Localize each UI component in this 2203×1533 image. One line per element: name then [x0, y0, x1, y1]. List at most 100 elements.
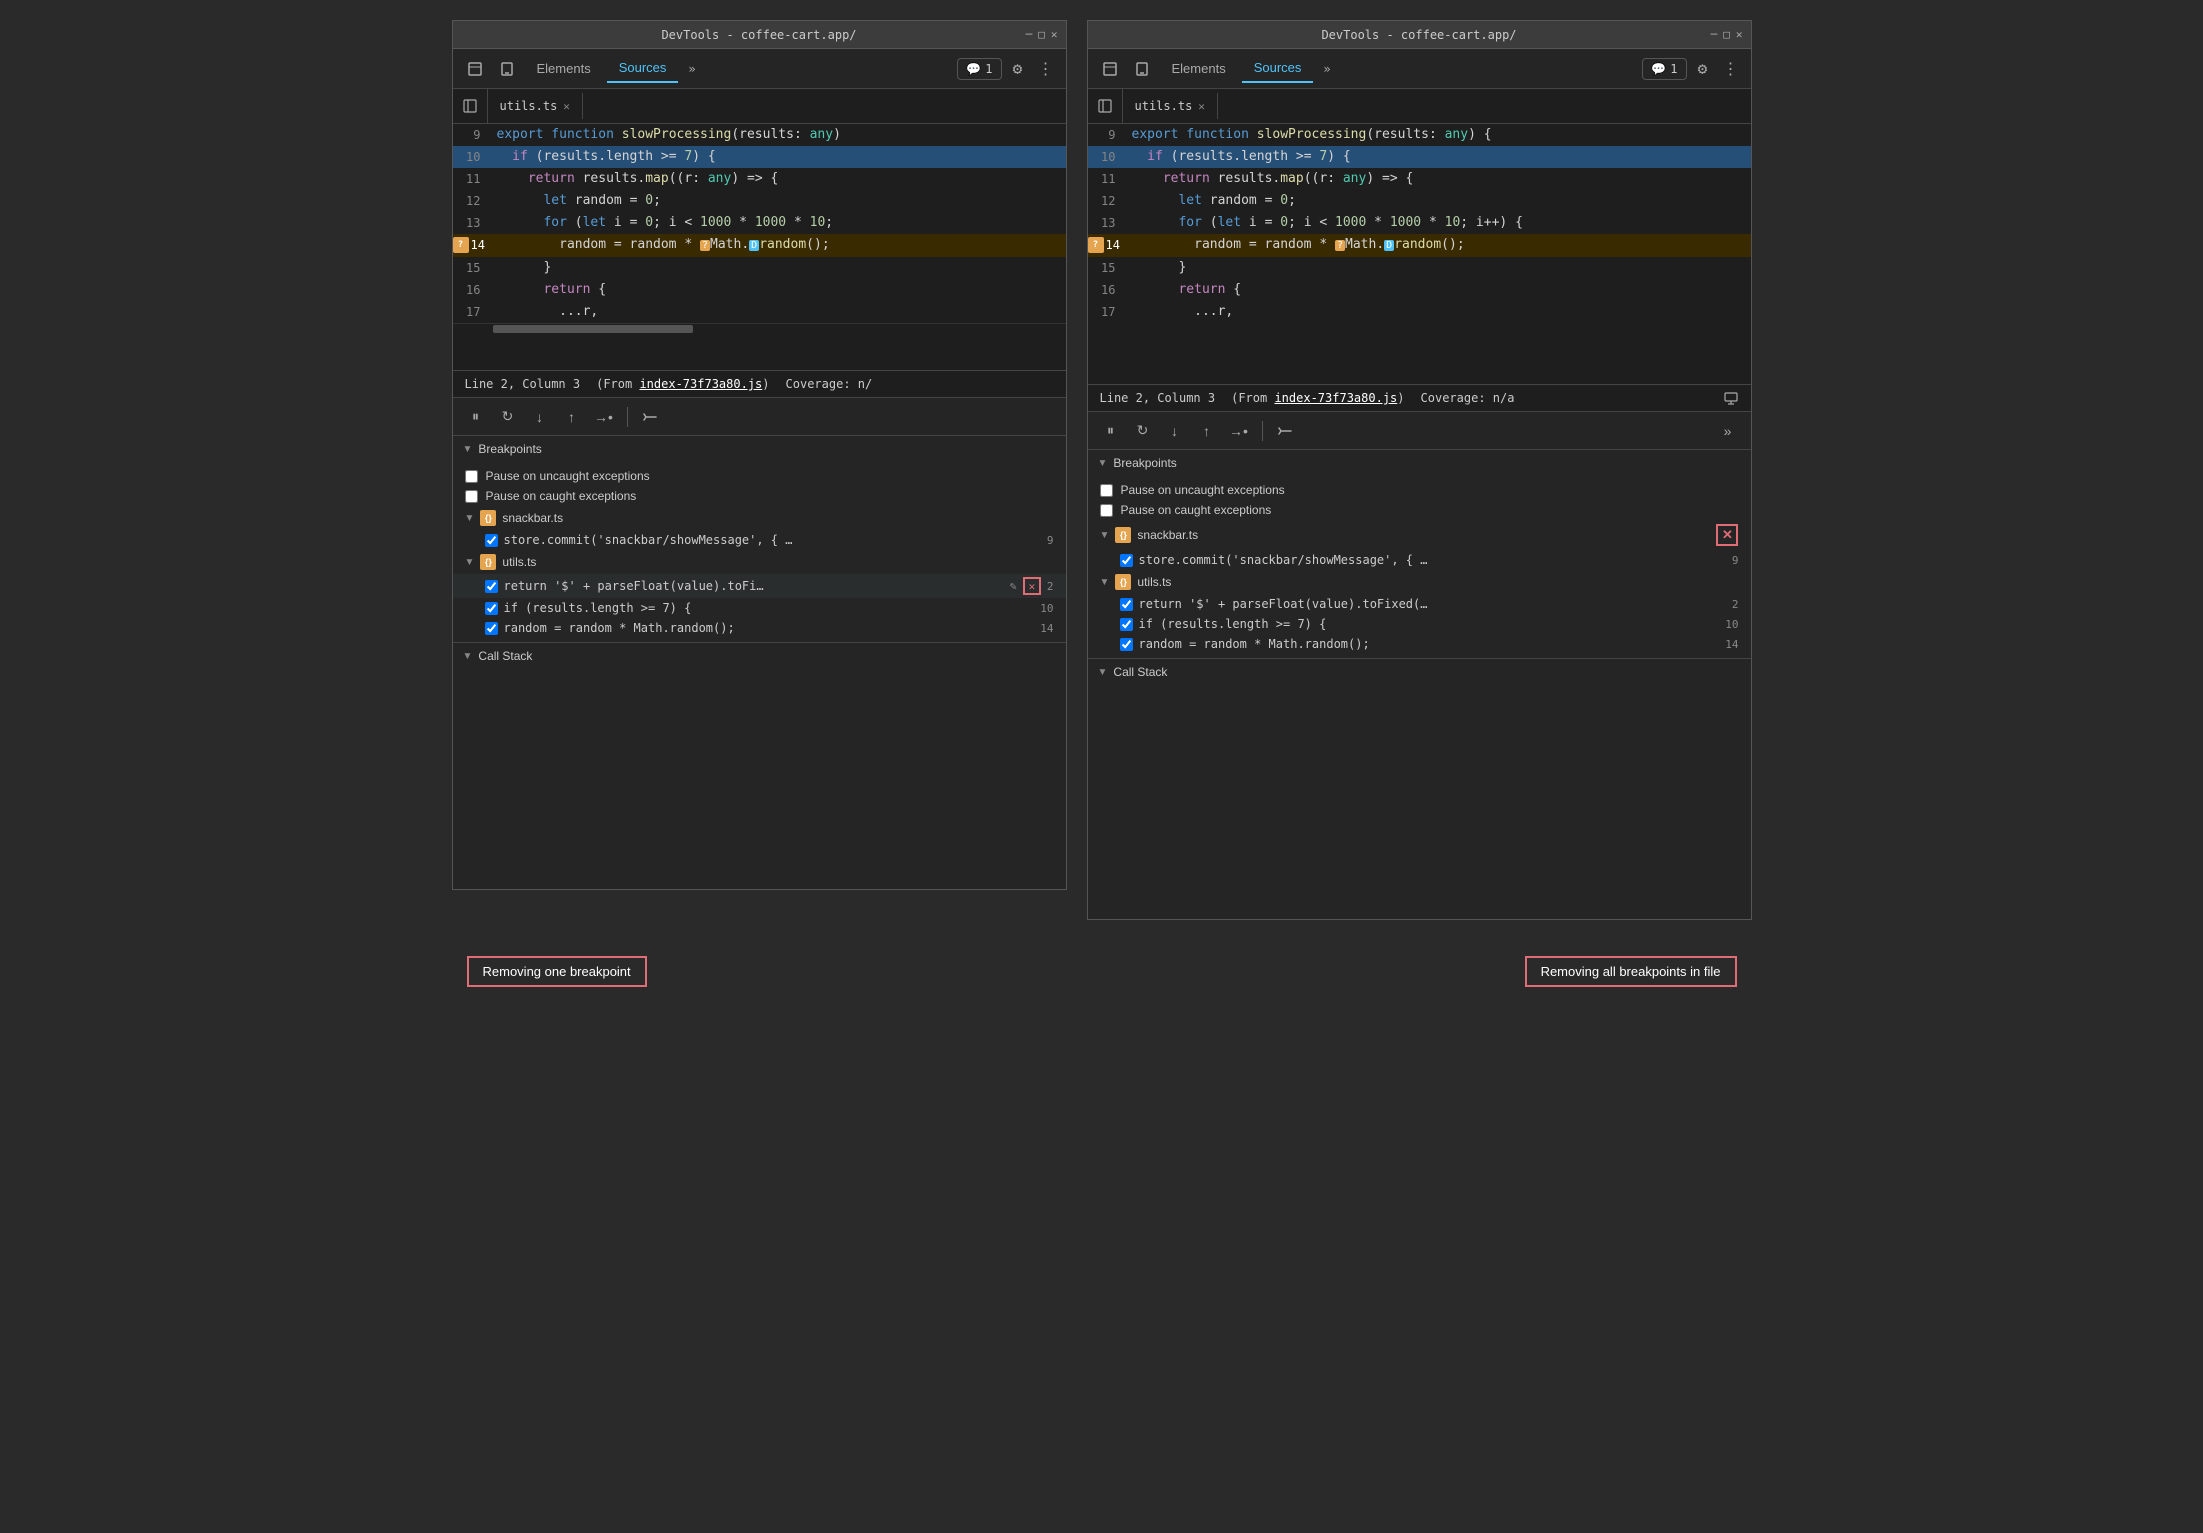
- file-tab-close[interactable]: ✕: [563, 100, 570, 113]
- right-bp-utils-item-3: random = random * Math.random(); 14: [1088, 634, 1751, 654]
- right-file-tab[interactable]: utils.ts ✕: [1123, 93, 1218, 119]
- left-bp-utils-header[interactable]: {} utils.ts: [453, 550, 1066, 574]
- right-pause-caught-checkbox[interactable]: [1100, 504, 1113, 517]
- right-console-count: 1: [1670, 62, 1677, 76]
- bp-utils-3-checkbox[interactable]: [485, 622, 498, 635]
- left-bp-snackbar-header[interactable]: {} snackbar.ts: [453, 506, 1066, 530]
- line-num-17: 17: [453, 301, 493, 323]
- right-inspect-icon[interactable]: [1096, 55, 1124, 83]
- right-step-button[interactable]: →•: [1226, 418, 1252, 444]
- bp-snackbar-1-line: 9: [1047, 534, 1054, 547]
- step-over-button[interactable]: ↻: [495, 404, 521, 430]
- bp-utils-1-checkbox[interactable]: [485, 580, 498, 593]
- bp-edit-icon[interactable]: ✎: [1010, 579, 1017, 593]
- minimize-button[interactable]: ─: [1026, 28, 1033, 41]
- left-call-stack-header[interactable]: Call Stack: [453, 643, 1066, 669]
- right-remove-all-button[interactable]: ✕: [1716, 524, 1738, 546]
- right-toolbar-more[interactable]: »: [1715, 418, 1741, 444]
- right-line-content-14: random = random * ?Math.Drandom();: [1128, 234, 1751, 257]
- right-breakpoints-header[interactable]: Breakpoints: [1088, 450, 1751, 476]
- right-device-icon[interactable]: [1128, 55, 1156, 83]
- tab-elements[interactable]: Elements: [525, 55, 603, 82]
- right-bp-utils-2-text: if (results.length >= 7) {: [1139, 617, 1327, 631]
- right-bp-utils-2-checkbox[interactable]: [1120, 618, 1133, 631]
- right-restore-button[interactable]: □: [1723, 28, 1730, 41]
- device-icon[interactable]: [493, 55, 521, 83]
- right-line-content-10: if (results.length >= 7) {: [1128, 146, 1751, 168]
- right-step-over-button[interactable]: ↻: [1130, 418, 1156, 444]
- right-callstack-chevron: [1098, 667, 1108, 678]
- right-deactivate-button[interactable]: [1273, 418, 1299, 444]
- right-tab-elements[interactable]: Elements: [1160, 55, 1238, 82]
- right-step-into-button[interactable]: ↓: [1162, 418, 1188, 444]
- more-options-icon[interactable]: ⋮: [1034, 55, 1058, 82]
- right-console-badge[interactable]: 💬 1: [1642, 58, 1686, 80]
- line-num-11: 11: [453, 168, 493, 190]
- pause-button[interactable]: ⏸: [463, 404, 489, 430]
- step-into-button[interactable]: ↓: [527, 404, 553, 430]
- right-snackbar-file-icon: {}: [1115, 527, 1131, 543]
- right-more-options-icon[interactable]: ⋮: [1719, 55, 1743, 82]
- right-code-line-13: 13 for (let i = 0; i < 1000 * 1000 * 10;…: [1088, 212, 1751, 234]
- right-file-tab-close[interactable]: ✕: [1198, 100, 1205, 113]
- restore-button[interactable]: □: [1038, 28, 1045, 41]
- right-bottom-label: Removing all breakpoints in file: [1525, 956, 1737, 987]
- code-line-17: 17 ...r,: [453, 301, 1066, 323]
- step-out-button[interactable]: ↑: [559, 404, 585, 430]
- left-bottom-label: Removing one breakpoint: [467, 956, 647, 987]
- bp-utils-3-text: random = random * Math.random();: [504, 621, 735, 635]
- left-breakpoints-header[interactable]: Breakpoints: [453, 436, 1066, 462]
- right-bp-utils-1-checkbox[interactable]: [1120, 598, 1133, 611]
- status-coverage: Coverage: n/: [786, 377, 873, 391]
- right-bp-utils-header[interactable]: {} utils.ts: [1088, 570, 1751, 594]
- sidebar-toggle[interactable]: [453, 89, 488, 124]
- left-file-tab[interactable]: utils.ts ✕: [488, 93, 583, 119]
- right-bp-snackbar-header[interactable]: {} snackbar.ts ✕: [1088, 520, 1751, 550]
- right-settings-icon[interactable]: ⚙: [1691, 57, 1715, 81]
- deactivate-breakpoints-button[interactable]: [638, 404, 664, 430]
- right-breakpoints-content: Pause on uncaught exceptions Pause on ca…: [1088, 476, 1751, 658]
- right-call-stack-header[interactable]: Call Stack: [1088, 659, 1751, 685]
- right-close-button[interactable]: ✕: [1736, 28, 1743, 41]
- right-minimize-button[interactable]: ─: [1711, 28, 1718, 41]
- right-bp-utils-3-checkbox[interactable]: [1120, 638, 1133, 651]
- left-code-lines: 9 export function slowProcessing(results…: [453, 124, 1066, 323]
- right-breakpoints-title: Breakpoints: [1113, 456, 1176, 470]
- right-status-icons: [1723, 390, 1739, 406]
- console-badge[interactable]: 💬 1: [957, 58, 1001, 80]
- pause-caught-checkbox[interactable]: [465, 490, 478, 503]
- right-code-line-16: 16 return {: [1088, 279, 1751, 301]
- status-link[interactable]: index-73f73a80.js: [639, 377, 762, 391]
- pause-uncaught-checkbox[interactable]: [465, 470, 478, 483]
- right-bp-snackbar-1-checkbox[interactable]: [1120, 554, 1133, 567]
- tab-more[interactable]: »: [682, 58, 701, 80]
- right-pause-button[interactable]: ⏸: [1098, 418, 1124, 444]
- line-num-10: 10: [453, 146, 493, 168]
- close-button[interactable]: ✕: [1051, 28, 1058, 41]
- utils-file-icon: {}: [480, 554, 496, 570]
- left-breakpoints-content: Pause on uncaught exceptions Pause on ca…: [453, 462, 1066, 642]
- right-status-bar: Line 2, Column 3 (From index-73f73a80.js…: [1088, 384, 1751, 412]
- right-step-out-button[interactable]: ↑: [1194, 418, 1220, 444]
- code-line-16: 16 return {: [453, 279, 1066, 301]
- line-num-13: 13: [453, 212, 493, 234]
- pause-uncaught-row: Pause on uncaught exceptions: [453, 466, 1066, 486]
- left-bp-remove-button[interactable]: ✕: [1023, 577, 1041, 595]
- left-devtools-window: DevTools - coffee-cart.app/ ─ □ ✕: [452, 20, 1067, 890]
- right-callstack-title: Call Stack: [1113, 665, 1167, 679]
- left-status-bar: Line 2, Column 3 (From index-73f73a80.js…: [453, 370, 1066, 398]
- step-button[interactable]: →•: [591, 404, 617, 430]
- code-scrollbar-h-left[interactable]: [453, 323, 1066, 333]
- bp-snackbar-1-checkbox[interactable]: [485, 534, 498, 547]
- right-status-link[interactable]: index-73f73a80.js: [1274, 391, 1397, 405]
- right-breakpoints-chevron: [1098, 458, 1108, 469]
- settings-icon[interactable]: ⚙: [1006, 57, 1030, 81]
- line-content-17: ...r,: [493, 301, 1066, 323]
- right-tab-sources[interactable]: Sources: [1242, 54, 1314, 83]
- tab-sources[interactable]: Sources: [607, 54, 679, 83]
- inspect-icon[interactable]: [461, 55, 489, 83]
- right-tab-more[interactable]: »: [1317, 58, 1336, 80]
- right-sidebar-toggle[interactable]: [1088, 89, 1123, 124]
- right-pause-uncaught-checkbox[interactable]: [1100, 484, 1113, 497]
- bp-utils-2-checkbox[interactable]: [485, 602, 498, 615]
